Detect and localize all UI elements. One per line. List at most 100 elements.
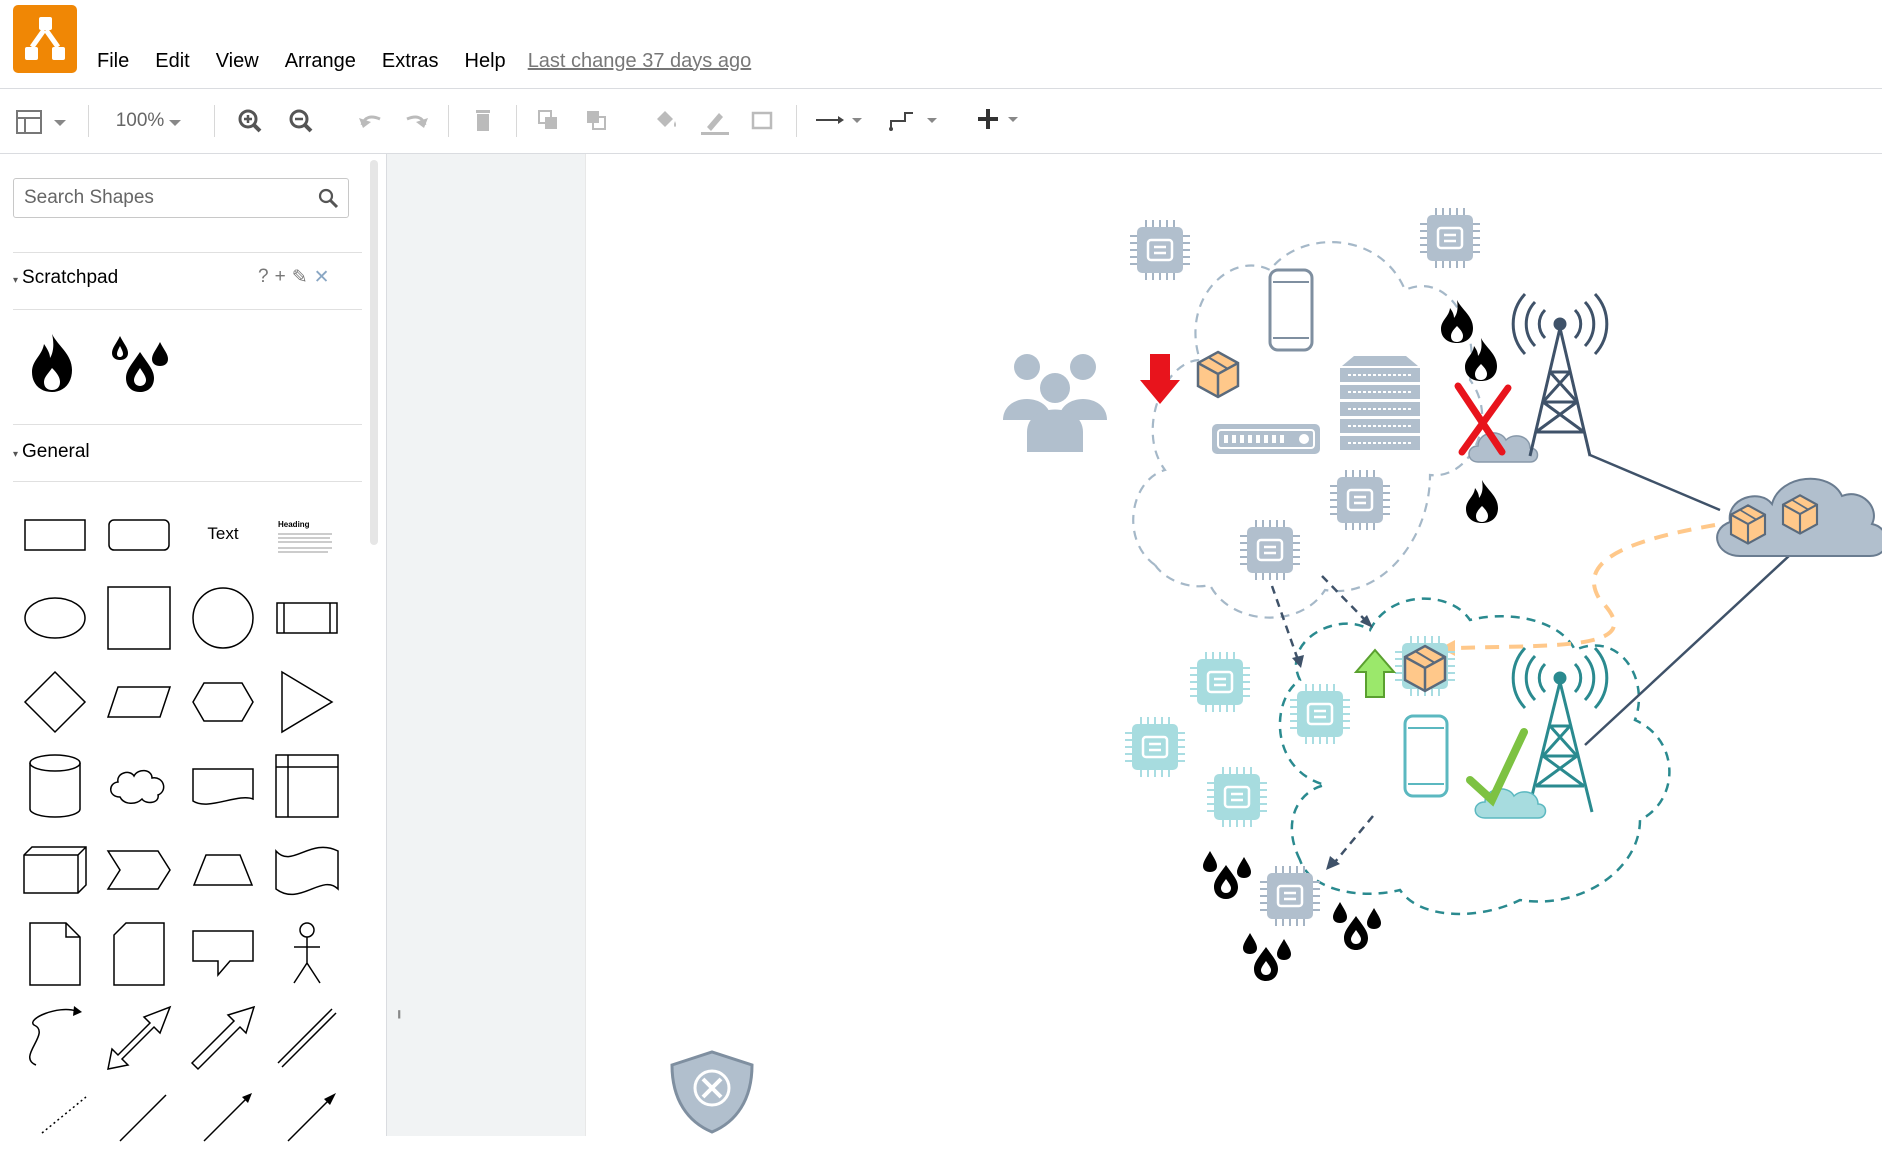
to-front-button[interactable]: [532, 101, 566, 141]
sidebar-scrollbar[interactable]: [370, 160, 378, 545]
diagram-canvas[interactable]: [586, 154, 1882, 1136]
water-drops-icon[interactable]: [1203, 851, 1251, 899]
cell-tower-grey-icon[interactable]: [1511, 292, 1609, 457]
package-cube-icon[interactable]: [1196, 350, 1240, 399]
menu-arrange[interactable]: Arrange: [285, 50, 356, 73]
insert-dropdown[interactable]: [972, 101, 1024, 141]
shield-x-icon[interactable]: [670, 1050, 754, 1134]
shape-text[interactable]: Text: [186, 497, 260, 571]
general-header[interactable]: ▾ General: [13, 441, 90, 463]
shape-parallelogram[interactable]: [102, 665, 176, 739]
shape-process[interactable]: [270, 581, 344, 655]
package-cube-icon[interactable]: [1403, 644, 1447, 693]
menu-extras[interactable]: Extras: [382, 50, 439, 73]
format-panel-toggle-button[interactable]: [12, 101, 70, 141]
help-icon[interactable]: ?: [258, 266, 269, 289]
shape-dashed-line[interactable]: [18, 1085, 92, 1159]
microchip-teal-icon[interactable]: [1123, 715, 1187, 779]
shape-cube[interactable]: [18, 833, 92, 907]
shape-document[interactable]: [186, 749, 260, 823]
shape-bidirectional-arrow[interactable]: [102, 1001, 176, 1075]
shadow-button[interactable]: [745, 101, 779, 141]
shape-square[interactable]: [102, 581, 176, 655]
drawio-logo-icon[interactable]: [13, 5, 77, 73]
undo-button[interactable]: [354, 101, 388, 141]
microchip-icon[interactable]: [1328, 468, 1392, 532]
edit-icon[interactable]: ✎: [292, 266, 308, 289]
shape-callout[interactable]: [186, 917, 260, 991]
backhaul-link-top[interactable]: [1589, 453, 1721, 512]
shape-trapezoid[interactable]: [186, 833, 260, 907]
migration-path[interactable]: [1454, 523, 1716, 650]
last-change-link[interactable]: Last change 37 days ago: [528, 50, 752, 73]
water-drops-icon[interactable]: [110, 334, 170, 394]
microchip-teal-icon[interactable]: [1288, 682, 1352, 746]
down-arrow-red-icon[interactable]: [1140, 354, 1180, 404]
green-check-icon[interactable]: [1466, 728, 1528, 807]
shape-step[interactable]: [102, 833, 176, 907]
menu-help[interactable]: Help: [465, 50, 506, 73]
shape-connector-arrow[interactable]: [270, 1085, 344, 1159]
shape-triangle[interactable]: [270, 665, 344, 739]
shape-arrow-line[interactable]: [186, 1085, 260, 1159]
smartphone-icon[interactable]: [1268, 268, 1314, 352]
shape-hexagon[interactable]: [186, 665, 260, 739]
shape-circle[interactable]: [186, 581, 260, 655]
drop-arrow[interactable]: [1334, 815, 1374, 863]
shape-block-arrow[interactable]: [186, 1001, 260, 1075]
shape-curved-arrow[interactable]: [18, 1001, 92, 1075]
server-rack-icon[interactable]: [1340, 356, 1420, 450]
shape-tape[interactable]: [270, 833, 344, 907]
close-icon[interactable]: ✕: [314, 266, 330, 289]
cloud-cubes-icon[interactable]: [1716, 477, 1882, 557]
add-icon[interactable]: +: [275, 266, 286, 289]
zoom-out-button[interactable]: [284, 101, 318, 141]
to-back-button[interactable]: [580, 101, 614, 141]
shape-diamond[interactable]: [18, 665, 92, 739]
shape-card[interactable]: [102, 917, 176, 991]
users-group-icon[interactable]: [1003, 354, 1107, 452]
water-drops-icon[interactable]: [1243, 933, 1291, 981]
menu-file[interactable]: File: [97, 50, 129, 73]
microchip-teal-icon[interactable]: [1205, 765, 1269, 829]
shape-actor[interactable]: [270, 917, 344, 991]
offload-arrow-left[interactable]: [1270, 585, 1300, 661]
shape-note[interactable]: [18, 917, 92, 991]
microchip-teal-icon[interactable]: [1188, 650, 1252, 714]
water-drops-icon[interactable]: [1333, 902, 1381, 950]
waypoint-style-dropdown[interactable]: [885, 101, 941, 141]
scratchpad-header[interactable]: ▾ Scratchpad: [13, 267, 118, 289]
shape-cloud[interactable]: [102, 749, 176, 823]
shape-rectangle[interactable]: [18, 497, 92, 571]
microchip-icon[interactable]: [1128, 218, 1192, 282]
fire-icon[interactable]: [28, 332, 78, 394]
shape-line[interactable]: [102, 1085, 176, 1159]
offload-arrow-right[interactable]: [1321, 575, 1369, 624]
shape-link[interactable]: [270, 1001, 344, 1075]
fire-icon[interactable]: [1466, 480, 1498, 523]
microchip-icon[interactable]: [1258, 864, 1322, 928]
delete-button[interactable]: [466, 101, 500, 141]
microchip-icon[interactable]: [1418, 206, 1482, 270]
connection-style-dropdown[interactable]: [812, 101, 866, 141]
smartphone-teal-icon[interactable]: [1403, 714, 1449, 798]
shape-rounded-rectangle[interactable]: [102, 497, 176, 571]
network-switch-icon[interactable]: [1212, 424, 1320, 454]
backhaul-link-bottom[interactable]: [1584, 554, 1791, 746]
menu-view[interactable]: View: [216, 50, 259, 73]
panel-resize-handle[interactable]: ╻: [395, 1002, 403, 1019]
shape-internal-storage[interactable]: [270, 749, 344, 823]
search-icon[interactable]: [318, 188, 340, 210]
shape-cylinder[interactable]: [18, 749, 92, 823]
menu-edit[interactable]: Edit: [155, 50, 189, 73]
up-arrow-green-icon[interactable]: [1353, 648, 1397, 698]
microchip-icon[interactable]: [1238, 518, 1302, 582]
search-shapes-input[interactable]: [24, 179, 314, 217]
zoom-dropdown[interactable]: 100%: [105, 101, 195, 141]
shape-ellipse[interactable]: [18, 581, 92, 655]
line-color-button[interactable]: [697, 101, 731, 141]
redo-button[interactable]: [399, 101, 433, 141]
fill-color-button[interactable]: [648, 101, 682, 141]
shape-textbox[interactable]: Heading: [270, 497, 344, 571]
zoom-in-button[interactable]: [233, 101, 267, 141]
